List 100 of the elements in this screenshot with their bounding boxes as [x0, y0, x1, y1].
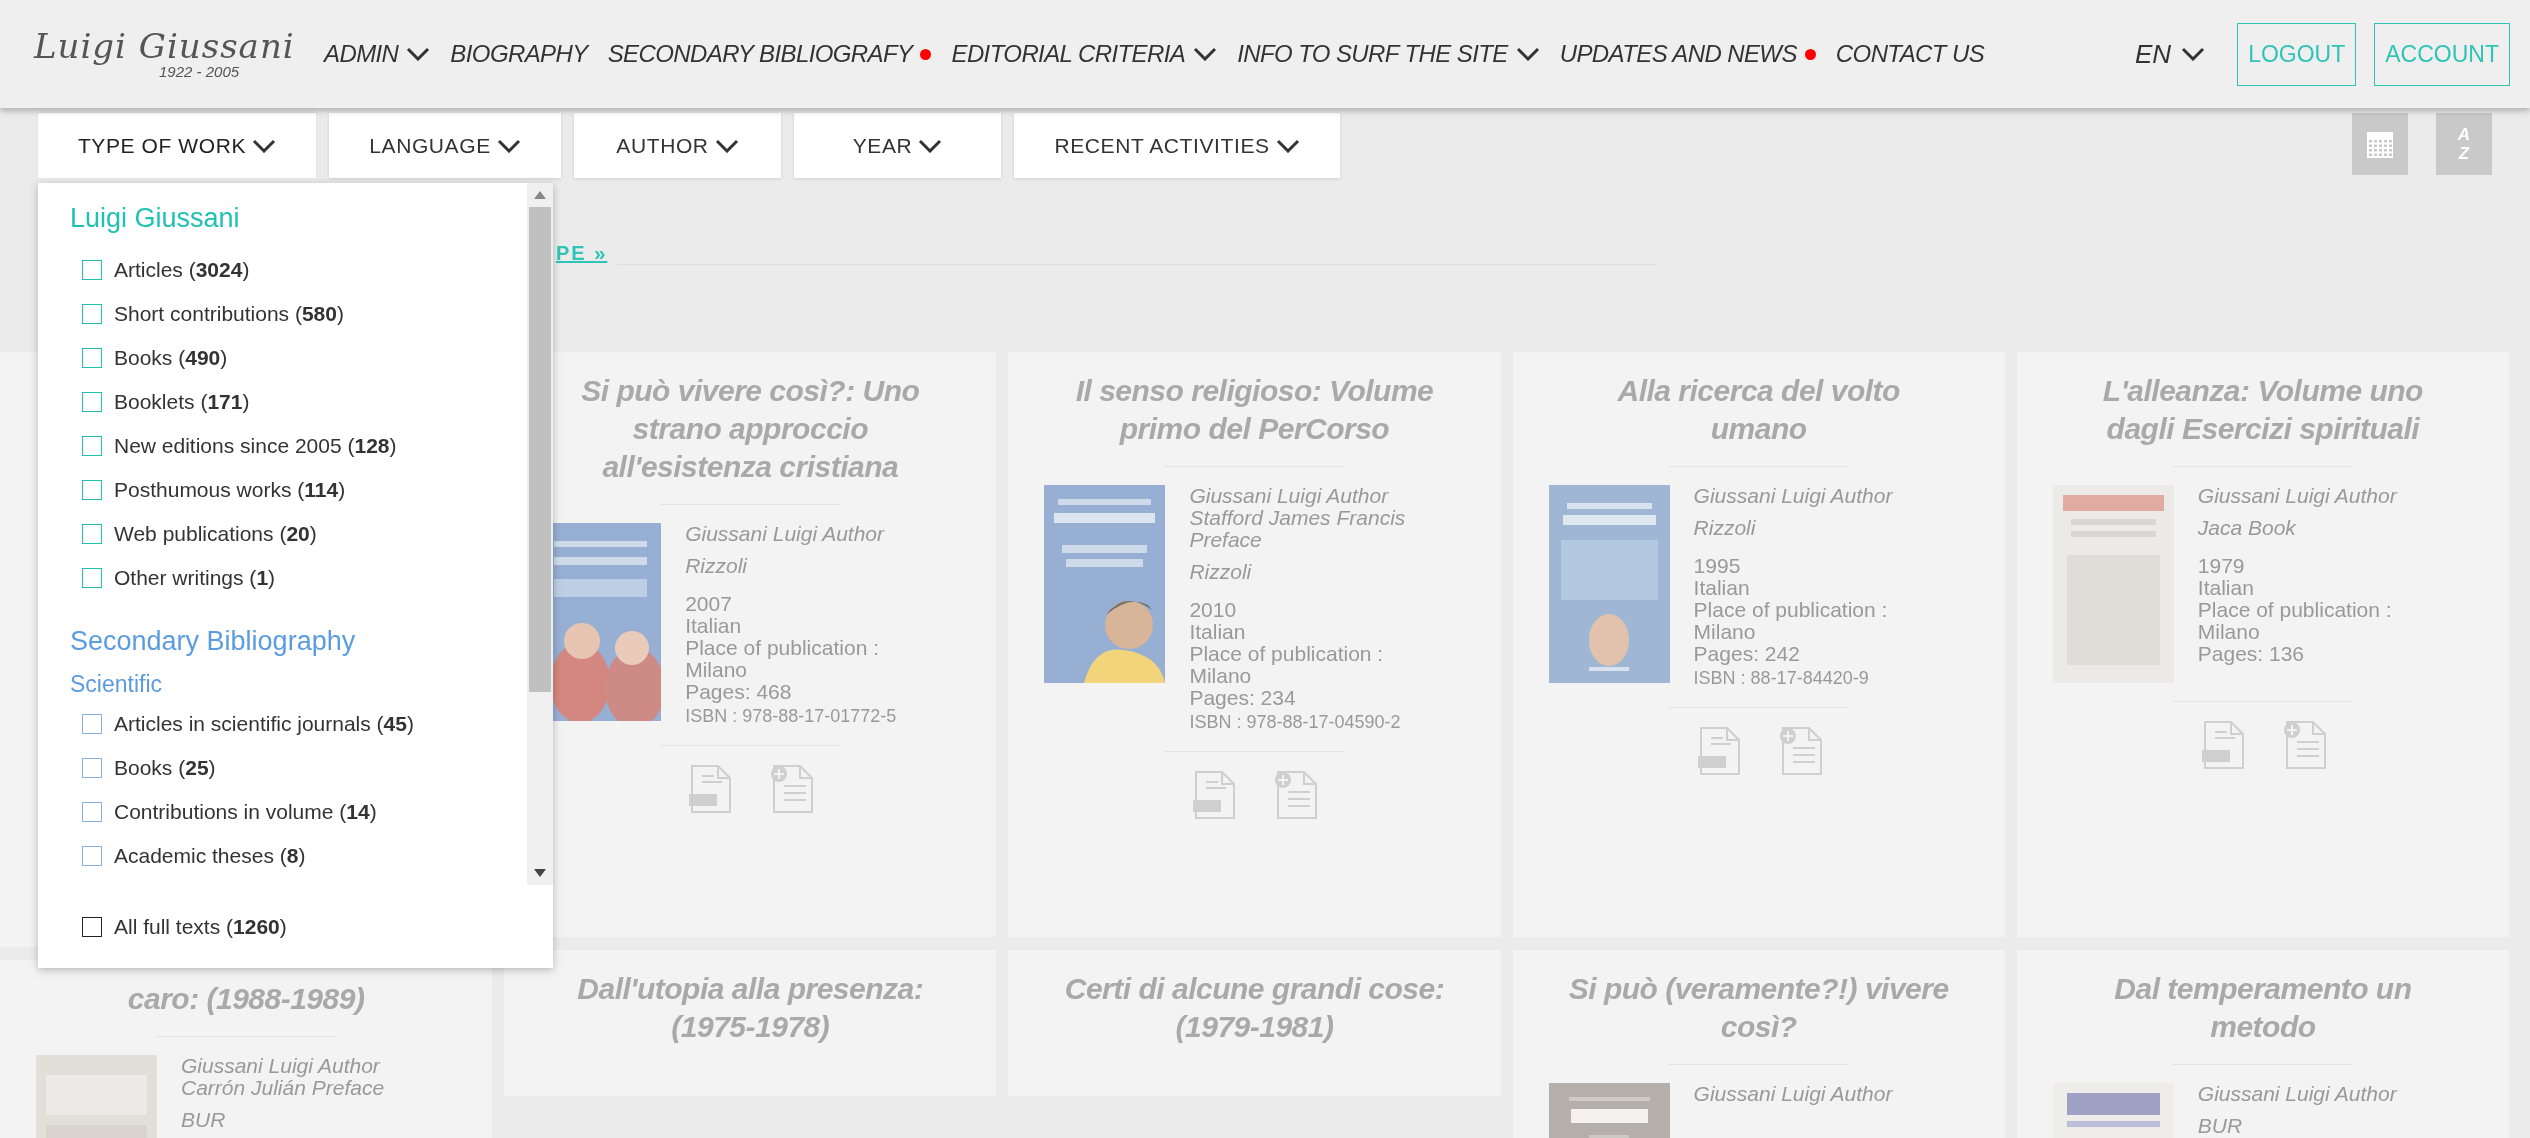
filter-option[interactable]: Other writings (1) — [70, 556, 527, 600]
publisher-name: Jaca Book — [2197, 517, 2298, 539]
filter-option[interactable]: New editions since 2005 (128) — [70, 424, 527, 468]
author-name: Carrón Julián Preface — [181, 1077, 385, 1099]
checkbox[interactable] — [82, 304, 102, 324]
book-detail: Pages: 136 — [2197, 643, 2306, 665]
calendar-sort-button[interactable] — [2352, 113, 2408, 175]
pdf-document-icon[interactable] — [1192, 770, 1237, 820]
option-label: Articles (3024) — [114, 258, 250, 282]
checkbox[interactable] — [82, 524, 102, 544]
pdf-document-icon[interactable] — [1696, 726, 1741, 776]
book-detail: 2010 — [1189, 599, 1238, 621]
book-detail: Place of publication : Milano — [1693, 599, 1889, 643]
book-detail: Italian — [1189, 621, 1247, 643]
filter-option[interactable]: Articles in scientific journals (45) — [70, 702, 527, 746]
scroll-up-icon[interactable] — [534, 191, 546, 199]
author-name: Giussani Luigi Author — [2197, 1083, 2397, 1105]
publisher-name: Rizzoli — [1693, 517, 1757, 539]
filter-option[interactable]: Short contributions (580) — [70, 292, 527, 336]
checkbox[interactable] — [82, 568, 102, 588]
nav-link[interactable]: ADMIN — [324, 40, 431, 68]
nav-link[interactable]: EDITORIAL CRITERIA — [951, 40, 1218, 68]
filter-dropdown[interactable]: TYPE OF WORK — [38, 113, 316, 178]
nav-link[interactable]: SECONDARY BIBLIOGRAFY — [607, 40, 932, 68]
add-document-icon[interactable] — [1274, 770, 1319, 820]
checkbox[interactable] — [82, 392, 102, 412]
option-label: Posthumous works (114) — [114, 478, 346, 502]
option-label: Academic theses (8) — [114, 844, 306, 868]
add-document-icon[interactable] — [1778, 726, 1823, 776]
author-name: Giussani Luigi Author — [2197, 485, 2399, 507]
option-label: New editions since 2005 (128) — [114, 434, 397, 458]
book-detail: Pages: 242 — [1693, 643, 1801, 665]
filter-option[interactable]: Books (490) — [70, 336, 527, 380]
nav-link[interactable]: CONTACT US — [1835, 40, 1985, 68]
option-label: Web publications (20) — [114, 522, 317, 546]
pdf-document-icon[interactable] — [2200, 720, 2245, 770]
nav-link[interactable]: BIOGRAPHY — [450, 40, 588, 68]
checkbox[interactable] — [82, 436, 102, 456]
book-detail: Pages: 468 — [685, 681, 793, 703]
nav-link[interactable]: INFO TO SURF THE SITE — [1237, 40, 1540, 68]
author-name: Giussani Luigi Author — [181, 1055, 382, 1077]
scrollbar[interactable] — [527, 183, 553, 885]
book-detail: Italian — [2197, 577, 2255, 599]
option-label: Books (490) — [114, 346, 228, 370]
checkbox[interactable] — [82, 480, 102, 500]
option-label: All full texts (1260) — [114, 914, 287, 939]
filter-option[interactable]: Academic theses (8) — [70, 834, 527, 878]
book-detail: Place of publication : Milano — [1189, 643, 1385, 687]
isbn-text: ISBN : 978-88-17-04590-2 — [1189, 711, 1402, 733]
author-name: Giussani Luigi Author — [1693, 485, 1894, 507]
option-label: Articles in scientific journals (45) — [114, 712, 414, 736]
filter-dropdown[interactable]: YEAR — [794, 113, 1001, 178]
filter-option[interactable]: Posthumous works (114) — [70, 468, 527, 512]
chevron-down-icon — [1275, 138, 1300, 153]
book-detail: Place of publication : Milano — [2197, 599, 2393, 643]
language-selector[interactable]: EN — [2135, 38, 2206, 70]
author-name: Giussani Luigi Author — [1189, 485, 1390, 507]
chevron-down-icon — [714, 138, 739, 153]
book-detail: Pages: 234 — [1189, 687, 1297, 709]
logo-signature: Luigi Giussani — [34, 28, 295, 63]
chevron-down-icon — [918, 138, 943, 153]
option-label: Short contributions (580) — [114, 302, 344, 326]
option-label: Other writings (1) — [114, 566, 276, 590]
filter-option[interactable]: Articles (3024) — [70, 248, 527, 292]
checkbox[interactable] — [82, 916, 102, 937]
nav-link[interactable]: UPDATES AND NEWS — [1559, 40, 1816, 68]
author-name: Giussani Luigi Author — [685, 523, 886, 545]
scroll-down-icon[interactable] — [534, 869, 546, 877]
checkbox[interactable] — [82, 260, 102, 280]
publisher-name: BUR — [181, 1109, 227, 1131]
filter-option[interactable]: Booklets (171) — [70, 380, 527, 424]
book-detail: Italian — [685, 615, 743, 637]
chevron-down-icon — [252, 138, 277, 153]
filter-option[interactable]: Web publications (20) — [70, 512, 527, 556]
filter-option[interactable]: Books (25) — [70, 746, 527, 790]
scrollbar-thumb[interactable] — [529, 207, 551, 692]
book-detail: Place of publication : Milano — [685, 637, 880, 681]
filter-dropdown[interactable]: LANGUAGE — [329, 113, 561, 178]
pdf-document-icon[interactable] — [688, 764, 733, 814]
isbn-text: ISBN : 88-17-84420-9 — [1693, 667, 1870, 689]
checkbox[interactable] — [82, 714, 102, 734]
publisher-name: Rizzoli — [1189, 561, 1253, 583]
author-name: Giussani Luigi Author — [1693, 1083, 1893, 1105]
filter-option[interactable]: All full texts (1260) — [82, 904, 287, 949]
option-label: Contributions in volume (14) — [114, 800, 377, 824]
chevron-down-icon — [496, 138, 521, 153]
option-label: Books (25) — [114, 756, 216, 780]
filter-option[interactable]: Contributions in volume (14) — [70, 790, 527, 834]
book-detail: 2007 — [685, 593, 733, 615]
add-document-icon[interactable] — [2282, 720, 2327, 770]
checkbox[interactable] — [82, 758, 102, 778]
checkbox[interactable] — [82, 802, 102, 822]
filter-dropdown[interactable]: RECENT ACTIVITIES — [1014, 113, 1340, 178]
logo-years: 1922 - 2005 — [159, 62, 241, 80]
book-detail: Italian — [1693, 577, 1751, 599]
checkbox[interactable] — [82, 348, 102, 368]
checkbox[interactable] — [82, 846, 102, 866]
section-heading: Luigi Giussani — [70, 203, 241, 234]
filter-dropdown[interactable]: AUTHOR — [574, 113, 781, 178]
add-document-icon[interactable] — [770, 764, 815, 814]
